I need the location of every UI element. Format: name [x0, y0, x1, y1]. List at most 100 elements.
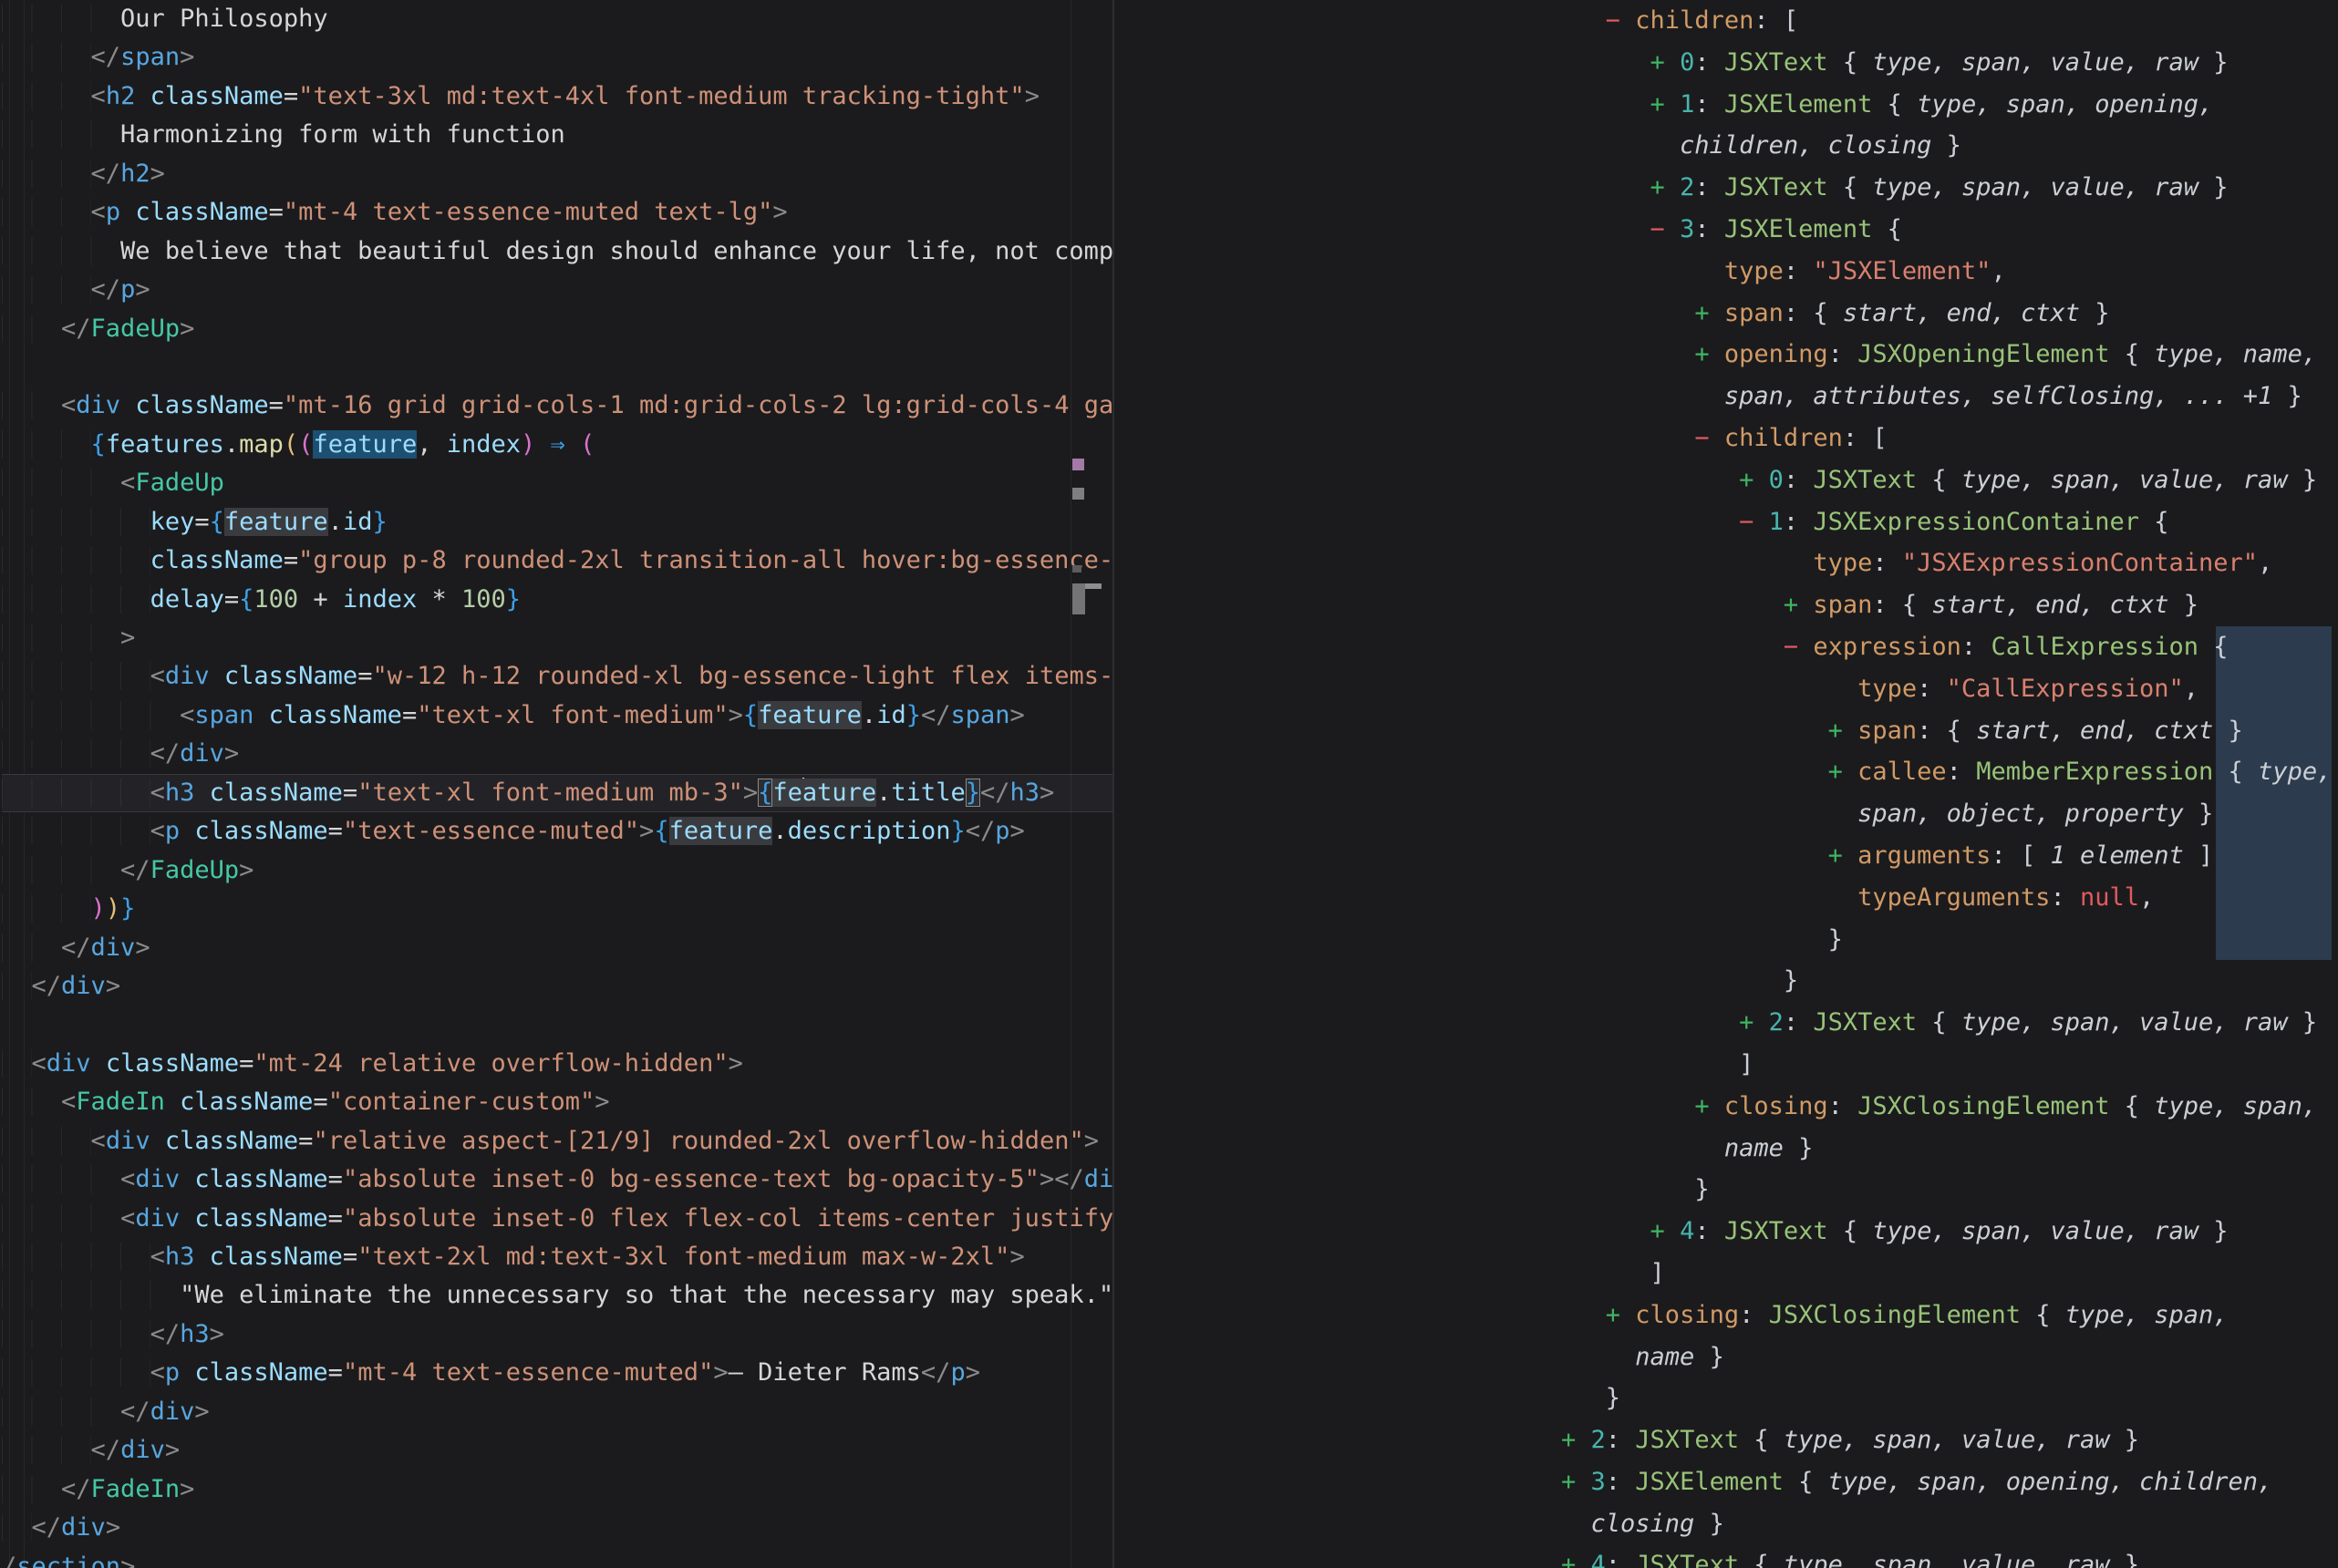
code-line[interactable]: {features.map((feature, index) ⇒ ( — [2, 426, 1112, 464]
ast-row[interactable]: + arguments: [ 1 element ] — [1561, 835, 2332, 877]
ast-row[interactable]: span, attributes, selfClosing, ... +1 } — [1561, 376, 2332, 418]
ast-row[interactable]: typeArguments: null, — [1561, 877, 2332, 919]
collapse-icon[interactable]: − — [1650, 215, 1681, 243]
code-line[interactable]: We believe that beautiful design should … — [2, 232, 1112, 271]
ast-row[interactable]: } — [1561, 1377, 2332, 1419]
ast-row[interactable]: − expression: CallExpression { — [1561, 626, 2332, 668]
minimap[interactable] — [1071, 0, 1112, 1568]
minimap-marker[interactable] — [1072, 583, 1085, 614]
ast-row[interactable]: type: "JSXExpressionContainer", — [1561, 542, 2332, 584]
code-line[interactable]: ))} — [2, 890, 1112, 928]
ast-row[interactable]: + opening: JSXOpeningElement { type, nam… — [1561, 334, 2332, 376]
expand-icon[interactable]: + — [1694, 299, 1724, 327]
ast-row[interactable]: − 1: JSXExpressionContainer { — [1561, 501, 2332, 543]
ast-row[interactable]: + 0: JSXText { type, span, value, raw } — [1561, 459, 2332, 501]
expand-icon[interactable]: + — [1650, 48, 1681, 77]
expand-icon[interactable]: + — [1606, 1301, 1636, 1329]
code-line[interactable]: <p className="mt-4 text-essence-muted te… — [2, 193, 1112, 232]
ast-row[interactable]: + callee: MemberExpression { type, — [1561, 751, 2332, 793]
ast-row[interactable]: + 4: JSXText { type, span, value, raw } — [1561, 1544, 2332, 1568]
ast-row[interactable]: − children: [ — [1561, 418, 2332, 459]
ast-row[interactable]: name } — [1561, 1128, 2332, 1170]
code-line[interactable]: <p className="mt-4 text-essence-muted">—… — [2, 1354, 1112, 1392]
code-line[interactable]: </div> — [2, 929, 1112, 967]
expand-icon[interactable]: + — [1650, 173, 1681, 201]
ast-row[interactable]: + closing: JSXClosingElement { type, spa… — [1561, 1086, 2332, 1128]
code-line[interactable]: <p className="text-essence-muted">{featu… — [2, 812, 1112, 851]
code-line[interactable]: </div> — [2, 967, 1112, 1006]
ast-explorer-pane[interactable]: − children: [ + 0: JSXText { type, span,… — [1114, 0, 2338, 1568]
code-line[interactable]: </span> — [2, 38, 1112, 77]
ast-row[interactable]: − children: [ — [1561, 0, 2332, 42]
code-line[interactable]: delay={100 + index * 100} — [2, 581, 1112, 619]
ast-row[interactable]: span, object, property } — [1561, 793, 2332, 835]
code-line[interactable]: </FadeUp> — [2, 851, 1112, 890]
ast-row[interactable]: + span: { start, end, ctxt } — [1561, 584, 2332, 626]
expand-icon[interactable]: + — [1561, 1551, 1591, 1568]
ast-row[interactable]: + 4: JSXText { type, span, value, raw } — [1561, 1211, 2332, 1253]
expand-icon[interactable]: + — [1694, 1092, 1724, 1120]
code-line[interactable]: <div className="mt-16 grid grid-cols-1 m… — [2, 387, 1112, 425]
ast-row[interactable]: children, closing } — [1561, 125, 2332, 167]
ast-row[interactable]: } — [1561, 1169, 2332, 1211]
expand-icon[interactable]: + — [1650, 1217, 1681, 1245]
ast-row[interactable]: + span: { start, end, ctxt } — [1561, 293, 2332, 335]
expand-icon[interactable]: + — [1561, 1468, 1591, 1496]
code-line[interactable]: <div className="relative aspect-[21/9] r… — [2, 1122, 1112, 1161]
minimap-marker[interactable] — [1072, 459, 1084, 470]
ast-row[interactable]: } — [1561, 960, 2332, 1002]
collapse-icon[interactable]: − — [1739, 508, 1769, 536]
ast-row[interactable]: + 2: JSXText { type, span, value, raw } — [1561, 1002, 2332, 1044]
ast-row[interactable]: ] — [1561, 1044, 2332, 1086]
minimap-marker[interactable] — [1085, 583, 1102, 589]
ast-row[interactable]: type: "JSXElement", — [1561, 251, 2332, 293]
code-line[interactable]: </h2> — [2, 155, 1112, 193]
code-line[interactable]: <FadeUp — [2, 464, 1112, 502]
code-line[interactable]: className="group p-8 rounded-2xl transit… — [2, 542, 1112, 580]
ast-row[interactable]: + 1: JSXElement { type, span, opening, — [1561, 84, 2332, 126]
code-line[interactable]: Harmonizing form with function — [2, 116, 1112, 154]
collapse-icon[interactable]: − — [1784, 633, 1814, 661]
code-line[interactable]: <FadeIn className="container-custom"> — [2, 1083, 1112, 1121]
ast-row[interactable]: ] — [1561, 1253, 2332, 1295]
expand-icon[interactable]: + — [1739, 1008, 1769, 1037]
code-line[interactable]: "We eliminate the unnecessary so that th… — [2, 1276, 1112, 1315]
collapse-icon[interactable]: − — [1606, 6, 1636, 35]
code-line[interactable]: <h2 className="text-3xl md:text-4xl font… — [2, 77, 1112, 116]
ast-row[interactable]: + 0: JSXText { type, span, value, raw } — [1561, 42, 2332, 84]
expand-icon[interactable]: + — [1561, 1426, 1591, 1454]
code-line[interactable]: <div className="absolute inset-0 bg-esse… — [2, 1161, 1112, 1199]
code-line[interactable]: </div> — [2, 735, 1112, 773]
expand-icon[interactable]: + — [1828, 758, 1858, 786]
code-line[interactable]: Our Philosophy — [2, 0, 1112, 38]
ast-row[interactable]: type: "CallExpression", — [1561, 668, 2332, 710]
code-line[interactable]: <div className="w-12 h-12 rounded-xl bg-… — [2, 657, 1112, 696]
ast-row[interactable]: + 3: JSXElement { type, span, opening, c… — [1561, 1461, 2332, 1503]
ast-row[interactable]: } — [1561, 919, 2332, 961]
code-line[interactable] — [2, 348, 1112, 387]
code-line[interactable]: </div> — [2, 1509, 1112, 1547]
code-editor-pane[interactable]: Our Philosophy </span> <h2 className="te… — [0, 0, 1112, 1568]
code-line[interactable]: <h3 className="text-2xl md:text-3xl font… — [2, 1238, 1112, 1276]
code-line[interactable]: key={feature.id} — [2, 503, 1112, 542]
ast-row[interactable]: + 2: JSXText { type, span, value, raw } — [1561, 167, 2332, 209]
expand-icon[interactable]: + — [1784, 591, 1814, 619]
ast-row[interactable]: closing } — [1561, 1503, 2332, 1545]
collapse-icon[interactable]: − — [1694, 424, 1724, 452]
code-line[interactable] — [2, 1006, 1112, 1044]
code-line[interactable]: <div className="mt-24 relative overflow-… — [2, 1045, 1112, 1083]
code-line[interactable]: </h3> — [2, 1315, 1112, 1354]
ast-row[interactable]: + closing: JSXClosingElement { type, spa… — [1561, 1295, 2332, 1336]
expand-icon[interactable]: + — [1739, 466, 1769, 494]
expand-icon[interactable]: + — [1828, 841, 1858, 870]
expand-icon[interactable]: + — [1828, 717, 1858, 745]
ast-row[interactable]: + 2: JSXText { type, span, value, raw } — [1561, 1419, 2332, 1461]
expand-icon[interactable]: + — [1694, 340, 1724, 368]
code-line[interactable]: </p> — [2, 271, 1112, 309]
code-line[interactable]: </div> — [2, 1431, 1112, 1470]
ast-row[interactable]: − 3: JSXElement { — [1561, 209, 2332, 251]
code-line-current[interactable]: <h3 className="text-xl font-medium mb-3"… — [2, 774, 1112, 812]
ast-row[interactable]: + span: { start, end, ctxt } — [1561, 710, 2332, 752]
code-line[interactable]: /section> — [2, 1548, 1112, 1568]
code-line[interactable]: </FadeUp> — [2, 310, 1112, 348]
